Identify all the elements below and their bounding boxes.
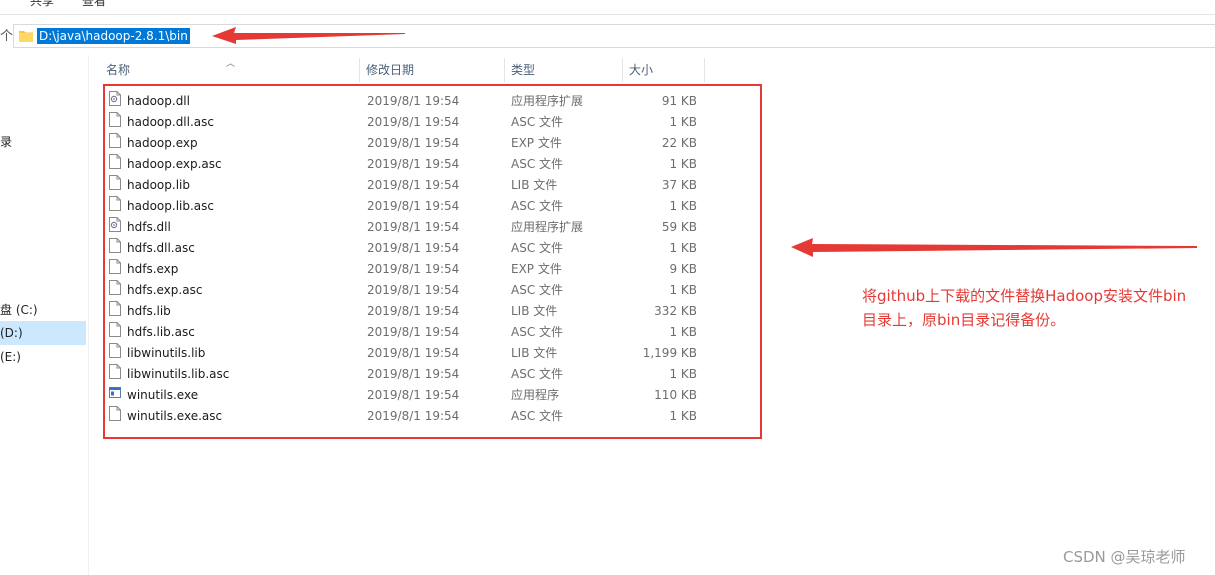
annotation-text: 将github上下载的文件替换Hadoop安装文件bin 目录上，原bin目录记… [862,284,1212,332]
arrow-to-files [791,238,1197,257]
address-bar[interactable]: D:\java\hadoop-2.8.1\bin [13,24,1215,48]
highlight-box [103,84,762,439]
address-row: 个 D:\java\hadoop-2.8.1\bin [0,22,1215,52]
ribbon-tab-bar: 共享 查看 [0,0,1215,15]
sidebar-item-e-drive[interactable]: (E:) [0,350,21,364]
annotation-line-1: 将github上下载的文件替换Hadoop安装文件bin [862,287,1187,305]
annotation-line-2: 目录上，原bin目录记得备份。 [862,311,1066,329]
tab-share[interactable]: 共享 [30,0,54,9]
address-path[interactable]: D:\java\hadoop-2.8.1\bin [37,28,190,44]
sidebar-fragment: 录 [0,135,13,149]
column-header-date[interactable]: 修改日期 [360,58,505,82]
column-header-size[interactable]: 大小 [623,58,705,82]
tab-view[interactable]: 查看 [82,0,106,9]
watermark: CSDN @吴琼老师 [1063,548,1186,566]
column-header-type[interactable]: 类型 [505,58,623,82]
sidebar-item-d-drive[interactable]: (D:) [0,321,86,345]
nav-up-icon[interactable]: 个 [0,25,13,44]
column-header-name[interactable]: 名称 [100,58,360,82]
navigation-pane: 录 盘 (C:) (D:) (E:) [0,55,89,575]
folder-icon [19,31,33,42]
sidebar-item-c-drive[interactable]: 盘 (C:) [0,301,38,318]
